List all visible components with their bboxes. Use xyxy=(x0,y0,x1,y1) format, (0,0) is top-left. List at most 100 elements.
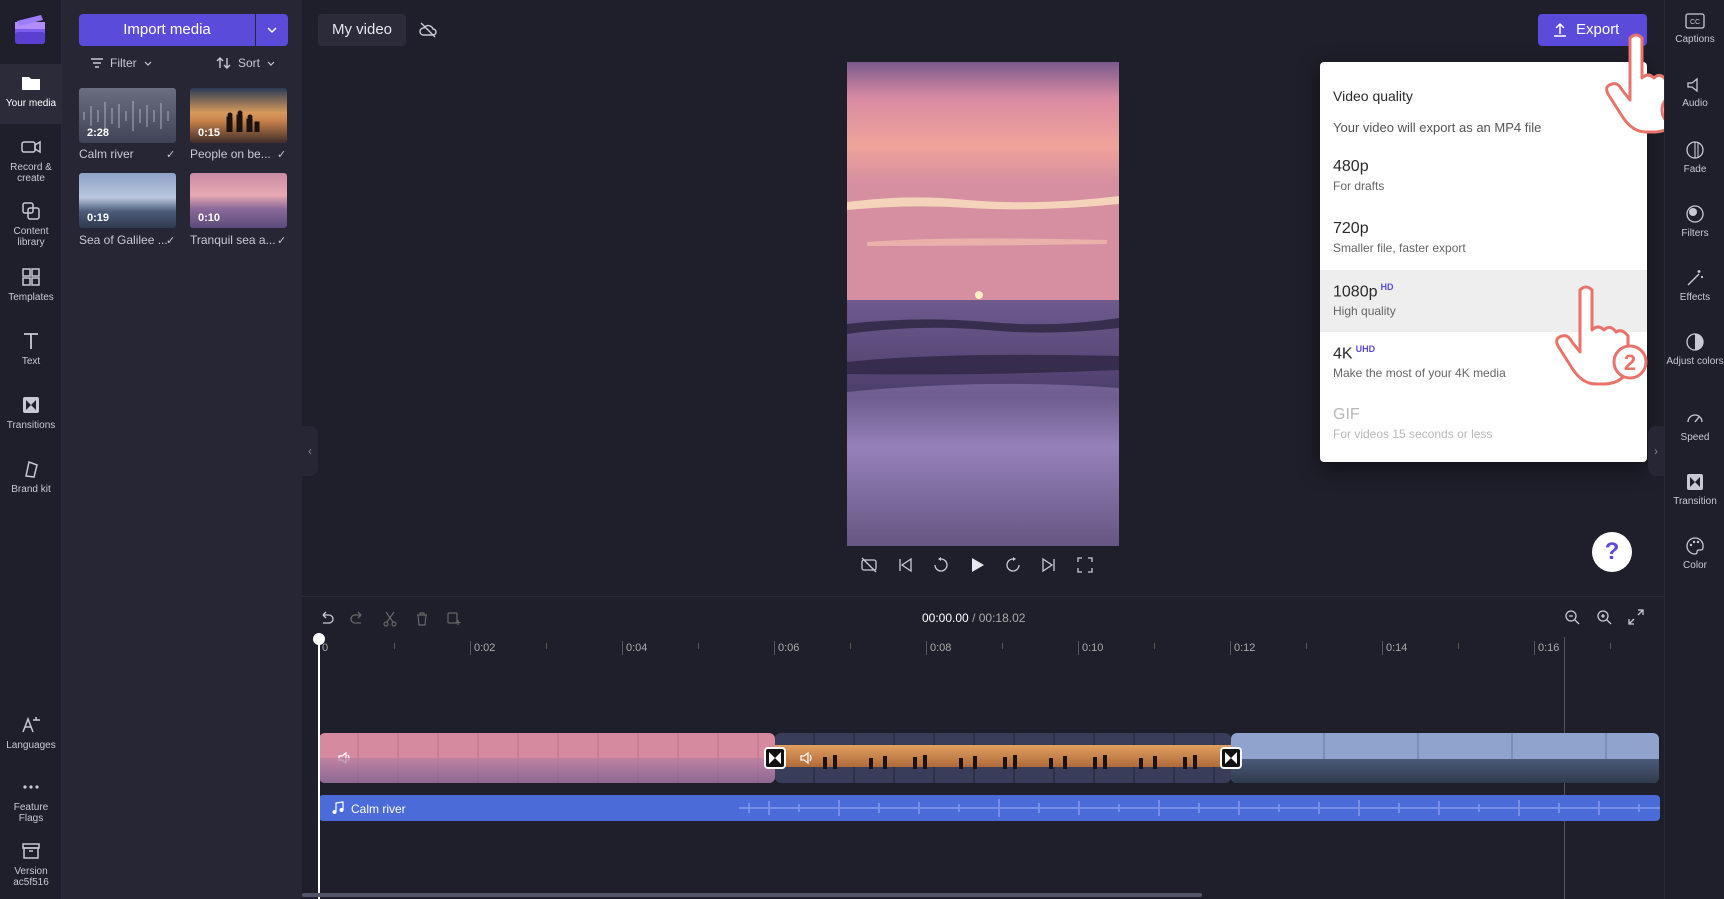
time-ruler[interactable]: 0 0:02 0:04 0:06 0:08 0:10 0:12 0:14 0:1… xyxy=(302,635,1664,659)
nav-content-library[interactable]: Content library xyxy=(0,192,62,252)
nav-brand-kit[interactable]: Brand kit xyxy=(0,450,62,510)
media-duration: 0:19 xyxy=(87,212,110,224)
ruler-minor-tick xyxy=(1458,643,1459,649)
playhead[interactable] xyxy=(313,633,325,899)
timeline-scrollbar[interactable] xyxy=(302,893,1202,897)
nav-your-media[interactable]: Your media xyxy=(0,64,62,124)
option-desc: For drafts xyxy=(1333,179,1385,193)
rnav-filters[interactable]: Filters xyxy=(1665,192,1724,252)
filters-icon xyxy=(1686,205,1704,223)
video-preview[interactable] xyxy=(847,62,1119,546)
redo-icon[interactable] xyxy=(350,611,366,627)
zoom-in-icon[interactable] xyxy=(1596,609,1612,625)
project-title[interactable]: My video xyxy=(318,14,406,46)
audio-clip-calm-river[interactable]: Calm river xyxy=(319,795,1660,821)
video-clip-people-on-beach[interactable] xyxy=(775,733,1231,783)
filter-button[interactable]: Filter xyxy=(90,56,153,70)
media-thumb-sea-of-galilee[interactable]: 0:19 xyxy=(79,173,176,228)
rnav-fade[interactable]: Fade xyxy=(1665,128,1724,188)
duplicate-icon[interactable] xyxy=(446,611,462,627)
svg-text:CC: CC xyxy=(1690,19,1700,26)
color-palette-icon xyxy=(1686,537,1704,555)
ruler-tick: 0:16 xyxy=(1534,641,1559,655)
fit-timeline-icon[interactable] xyxy=(1628,609,1644,625)
sort-icon xyxy=(216,57,231,69)
nav-text[interactable]: Text xyxy=(0,322,62,382)
media-name: People on be... xyxy=(190,147,271,161)
rnav-captions[interactable]: CC Captions xyxy=(1665,0,1724,60)
ruler-tick: 0:14 xyxy=(1382,641,1407,655)
play-button[interactable] xyxy=(968,556,986,574)
menu-subtitle: Your video will export as an MP4 file xyxy=(1333,120,1542,135)
nav-transitions[interactable]: Transitions xyxy=(0,386,62,446)
effects-icon xyxy=(1687,270,1703,286)
sort-button[interactable]: Sort xyxy=(216,56,276,70)
hide-preview-button[interactable] xyxy=(860,556,878,574)
option-quality: 480p xyxy=(1333,158,1369,175)
undo-icon[interactable] xyxy=(318,611,334,627)
transition-marker[interactable] xyxy=(1220,747,1242,769)
media-duration: 2:28 xyxy=(87,127,110,139)
forward-5s-button[interactable] xyxy=(1004,556,1022,574)
collapse-properties-panel-button[interactable]: › xyxy=(1648,426,1664,476)
import-media-dropdown[interactable] xyxy=(256,14,288,46)
nav-version[interactable]: Version ac5f516 xyxy=(0,832,62,892)
languages-icon xyxy=(22,716,40,733)
option-720p[interactable]: 720p Smaller file, faster export xyxy=(1320,208,1647,270)
rnav-speed[interactable]: Speed xyxy=(1665,396,1724,456)
rewind-5s-button[interactable] xyxy=(932,556,950,574)
media-thumb-tranquil-sea[interactable]: 0:10 xyxy=(190,173,287,228)
option-480p[interactable]: 480p For drafts xyxy=(1320,146,1647,208)
nav-feature-flags[interactable]: Feature Flags xyxy=(0,768,62,828)
media-name: Sea of Galilee ... xyxy=(79,233,168,247)
nav-label: Transitions xyxy=(6,420,56,431)
split-icon[interactable] xyxy=(382,611,398,627)
nav-record-create[interactable]: Record & create xyxy=(0,128,62,188)
help-button[interactable]: ? xyxy=(1592,532,1632,572)
media-name: Tranquil sea a... xyxy=(190,233,276,247)
video-clip-sea-of-galilee[interactable] xyxy=(1231,733,1659,783)
delete-icon[interactable] xyxy=(414,611,430,627)
folder-icon xyxy=(22,77,40,90)
media-thumb-calm-river[interactable]: 2:28 xyxy=(79,88,176,143)
nav-label: Languages xyxy=(6,740,56,751)
filter-icon xyxy=(91,58,103,68)
collapse-media-panel-button[interactable]: ‹ xyxy=(302,426,318,476)
rnav-transition[interactable]: Transition xyxy=(1665,460,1724,520)
nav-label: Record & create xyxy=(10,162,52,184)
transition-marker[interactable] xyxy=(764,747,786,769)
media-panel: Import media Filter Sort 2:28 Calm river… xyxy=(62,0,302,899)
rnav-color[interactable]: Color xyxy=(1665,524,1724,584)
sort-label: Sort xyxy=(238,56,261,70)
ruler-minor-tick xyxy=(850,643,851,649)
nav-languages[interactable]: Languages xyxy=(0,706,62,766)
nav-templates[interactable]: Templates xyxy=(0,258,62,318)
skip-back-button[interactable] xyxy=(896,556,914,574)
ruler-minor-tick xyxy=(1002,643,1003,649)
transition-icon xyxy=(1687,474,1703,490)
check-icon: ✓ xyxy=(277,149,287,161)
pointer-hand-icon: 2 xyxy=(1555,285,1648,386)
nav-label: Version ac5f516 xyxy=(13,866,49,888)
fade-icon xyxy=(1686,141,1704,159)
import-media-button[interactable]: Import media xyxy=(79,14,255,46)
ruler-tick: 0:06 xyxy=(774,641,799,655)
video-clip-tranquil-sea[interactable] xyxy=(319,733,775,783)
rnav-effects[interactable]: Effects xyxy=(1665,256,1724,316)
transition-icon xyxy=(1225,752,1237,764)
zoom-out-icon[interactable] xyxy=(1564,609,1580,625)
fullscreen-button[interactable] xyxy=(1076,556,1094,574)
fullscreen-icon xyxy=(1077,557,1093,573)
rnav-label: Captions xyxy=(1675,34,1715,45)
rnav-audio[interactable]: Audio xyxy=(1665,64,1724,124)
rnav-label: Color xyxy=(1683,560,1707,571)
rnav-adjust-colors[interactable]: Adjust colors xyxy=(1665,320,1724,380)
chevron-down-icon xyxy=(267,61,275,66)
skip-forward-button[interactable] xyxy=(1040,556,1058,574)
timeline-tools xyxy=(318,611,462,627)
cloud-off-icon xyxy=(419,22,437,38)
adjust-colors-icon xyxy=(1686,333,1704,351)
camera-off-icon xyxy=(861,557,877,573)
media-thumb-people-on-beach[interactable]: 0:15 xyxy=(190,88,287,143)
option-gif: GIF For videos 15 seconds or less xyxy=(1320,394,1647,456)
